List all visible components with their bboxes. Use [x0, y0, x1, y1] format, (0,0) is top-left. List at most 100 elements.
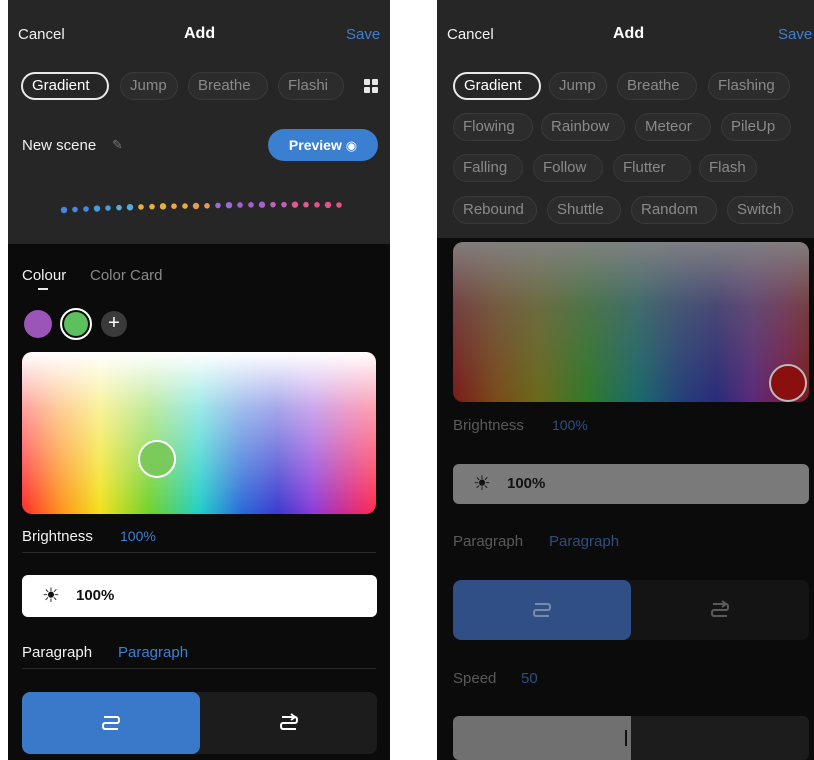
mode-chip-pileup[interactable]: PileUp [721, 113, 791, 141]
color-swatch-green-selected[interactable] [60, 308, 92, 340]
gradient-dot [324, 201, 332, 209]
picker-handle[interactable] [138, 440, 176, 478]
right-screen: Cancel Add Save Gradient Jump Breathe Fl… [437, 0, 814, 760]
brightness-bar-value: 100% [76, 587, 115, 604]
left-header: Cancel Add Save Gradient Jump Breathe Fl… [8, 0, 390, 244]
mode-chip-follow[interactable]: Follow [533, 154, 603, 182]
direction-backward-icon [710, 600, 730, 617]
speed-handle[interactable] [625, 730, 627, 746]
sun-icon: ☀ [473, 473, 491, 495]
gradient-dot [291, 201, 299, 208]
gradient-dot [248, 202, 254, 208]
gradient-dot [116, 204, 122, 211]
scene-name[interactable]: New scene [22, 137, 96, 154]
paragraph-value[interactable]: Paragraph [549, 533, 619, 550]
gradient-dot [182, 203, 188, 209]
mode-chip-rebound[interactable]: Rebound [453, 196, 537, 224]
mode-chip-flowing[interactable]: Flowing [453, 113, 533, 141]
left-screen: Cancel Add Save Gradient Jump Breathe Fl… [8, 0, 390, 760]
speed-value: 50 [521, 670, 538, 687]
color-picker[interactable] [22, 352, 376, 514]
color-swatch-purple[interactable] [24, 310, 52, 338]
gradient-dot [281, 201, 287, 208]
save-button[interactable]: Save [778, 26, 812, 43]
plus-icon[interactable]: + [101, 311, 127, 337]
gradient-dot [204, 203, 210, 209]
gradient-dot [159, 203, 167, 210]
brightness-slider[interactable]: ☀ 100% [453, 464, 809, 504]
gradient-dot [336, 202, 342, 208]
picker-handle[interactable] [769, 364, 807, 402]
page-title: Add [184, 25, 216, 42]
grid-icon[interactable] [364, 79, 378, 93]
gradient-dot [60, 206, 68, 214]
tab-color-card[interactable]: Color Card [90, 267, 163, 284]
direction-segment [453, 580, 809, 640]
mode-chip-rainbow[interactable]: Rainbow [541, 113, 625, 141]
gradient-dot [258, 201, 266, 208]
gradient-dot [171, 203, 177, 209]
gradient-dot [215, 202, 221, 209]
mode-chip-breathe[interactable]: Breathe [188, 72, 268, 100]
gradient-dot [105, 205, 111, 211]
preview-button[interactable]: Preview ◉ [268, 129, 378, 161]
brightness-label: Brightness [453, 417, 524, 434]
direction-forward-icon [101, 716, 121, 730]
gradient-dot [303, 201, 309, 208]
paragraph-label: Paragraph [22, 644, 93, 661]
direction-backward-button[interactable] [631, 580, 809, 640]
eye-icon: ◉ [345, 138, 358, 153]
mode-chip-flutter[interactable]: Flutter [613, 154, 691, 182]
gradient-dot [72, 206, 78, 213]
brightness-value: 100% [120, 528, 156, 544]
paragraph-label: Paragraph [453, 533, 524, 550]
mode-chip-switch[interactable]: Switch [727, 196, 793, 224]
gradient-dot [93, 205, 101, 212]
gradient-dot [192, 202, 200, 210]
pencil-icon[interactable]: ✎ [112, 137, 123, 153]
speed-slider[interactable] [453, 716, 809, 760]
page-title: Add [613, 25, 645, 42]
mode-chip-jump[interactable]: Jump [120, 72, 178, 100]
sun-icon: ☀ [42, 585, 60, 607]
gradient-dot [138, 204, 144, 210]
paragraph-value[interactable]: Paragraph [118, 644, 188, 661]
direction-forward-button[interactable] [22, 692, 200, 754]
gradient-preview-dots [60, 201, 342, 214]
mode-chip-jump[interactable]: Jump [549, 72, 607, 100]
gradient-dot [270, 201, 276, 208]
direction-segment [22, 692, 377, 754]
mode-chip-gradient[interactable]: Gradient [21, 72, 109, 100]
mode-chip-breathe[interactable]: Breathe [617, 72, 697, 100]
mode-chip-random[interactable]: Random [631, 196, 717, 224]
mode-chip-meteor[interactable]: Meteor [635, 113, 711, 141]
gradient-dot [237, 202, 243, 208]
direction-backward-icon [279, 713, 298, 730]
right-header: Cancel Add Save Gradient Jump Breathe Fl… [437, 0, 814, 238]
direction-backward-button[interactable] [200, 692, 377, 754]
divider [22, 552, 376, 553]
gradient-dot [314, 202, 320, 208]
brightness-value: 100% [552, 417, 588, 433]
divider [22, 668, 376, 669]
gradient-dot [83, 206, 89, 212]
tab-indicator [38, 288, 48, 290]
mode-chip-flash[interactable]: Flash [699, 154, 757, 182]
brightness-bar-value: 100% [507, 475, 546, 492]
speed-fill [453, 716, 631, 760]
mode-chip-falling[interactable]: Falling [453, 154, 523, 182]
mode-chip-flashing[interactable]: Flashi [278, 72, 344, 100]
color-picker[interactable] [453, 242, 809, 402]
gradient-dot [225, 201, 233, 209]
tab-colour[interactable]: Colour [22, 267, 66, 284]
gradient-dot [126, 204, 134, 211]
cancel-button[interactable]: Cancel [18, 26, 65, 43]
mode-chip-gradient[interactable]: Gradient [453, 72, 541, 100]
mode-chip-shuttle[interactable]: Shuttle [547, 196, 621, 224]
mode-chip-flashing[interactable]: Flashing [708, 72, 790, 100]
brightness-slider[interactable]: ☀ 100% [22, 575, 377, 617]
brightness-label: Brightness [22, 528, 93, 545]
direction-forward-button[interactable] [453, 580, 631, 640]
save-button[interactable]: Save [346, 26, 380, 43]
cancel-button[interactable]: Cancel [447, 26, 494, 43]
